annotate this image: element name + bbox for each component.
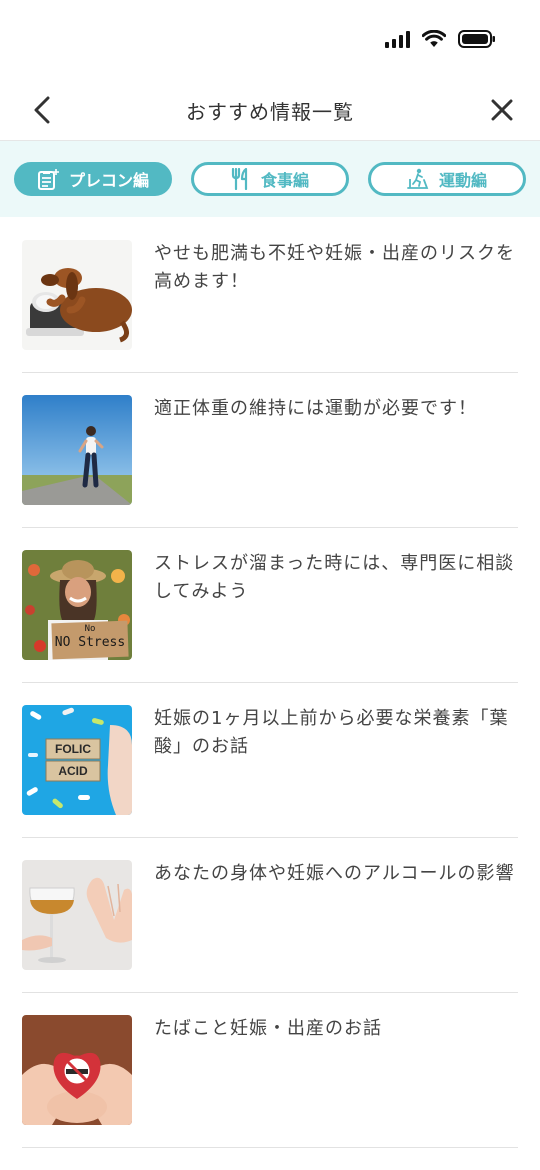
- close-icon: [491, 99, 513, 121]
- utensils-icon: [231, 168, 248, 190]
- thumbnail-no-smoking-heart: [22, 1015, 132, 1125]
- tab-label: 食事編: [260, 171, 309, 190]
- article-title: あなたの身体や妊娠へのアルコールの影響: [154, 863, 515, 884]
- thumbnail-dog-on-scale: [22, 240, 132, 350]
- signal-icon: [385, 30, 410, 48]
- thumbnail-woman-running: [22, 395, 132, 505]
- list-item[interactable]: たばこと妊娠・出産のお話: [22, 993, 518, 1148]
- sign-text: No NO Stress: [54, 624, 126, 650]
- article-title: 妊娠の1ヶ月以上前から必要な栄養素「葉酸」のお話: [154, 708, 509, 757]
- tab-label: 運動編: [438, 171, 487, 190]
- header: おすすめ情報一覧: [0, 80, 540, 141]
- list-item[interactable]: あなたの身体や妊娠へのアルコールの影響: [22, 838, 518, 993]
- list-item[interactable]: 適正体重の維持には運動が必要です！: [22, 373, 518, 528]
- battery-icon: [458, 30, 496, 48]
- list-item[interactable]: FOLIC ACID 妊娠の1ヶ月以上前から必要な栄養素「葉酸」のお話: [22, 683, 518, 838]
- article-title: 適正体重の維持には運動が必要です！: [154, 398, 477, 419]
- page-title: おすすめ情報一覧: [186, 100, 354, 124]
- block-text: FOLIC ACID: [55, 742, 91, 778]
- checklist-icon: [37, 169, 59, 190]
- thumbnail-folic-acid-blocks: FOLIC ACID: [22, 705, 132, 815]
- thumbnail-no-stress-sign: No NO Stress: [22, 550, 132, 660]
- wifi-icon: [422, 30, 446, 48]
- article-list: やせも肥満も不妊や妊娠・出産のリスクを高めます！ 適正体重の維持には運動が必要で…: [22, 218, 518, 1148]
- tab-label: プレコン編: [68, 171, 149, 190]
- list-item[interactable]: やせも肥満も不妊や妊娠・出産のリスクを高めます！: [22, 218, 518, 373]
- tab-precon[interactable]: プレコン編: [14, 162, 172, 196]
- status-icons: [385, 30, 496, 48]
- close-button[interactable]: [484, 92, 520, 128]
- tab-exercise[interactable]: 運動編: [368, 162, 526, 196]
- article-title: ストレスが溜まった時には、専門医に相談してみよう: [154, 553, 515, 602]
- article-title: たばこと妊娠・出産のお話: [154, 1018, 382, 1039]
- status-bar: [0, 0, 540, 80]
- thumbnail-wine-glass-refuse: [22, 860, 132, 970]
- tab-food[interactable]: 食事編: [191, 162, 349, 196]
- category-tabs: プレコン編 食事編 運動編: [0, 141, 540, 217]
- article-title: やせも肥満も不妊や妊娠・出産のリスクを高めます！: [154, 243, 515, 292]
- treadmill-icon: [407, 168, 429, 189]
- list-item[interactable]: No NO Stress ストレスが溜まった時には、専門医に相談してみよう: [22, 528, 518, 683]
